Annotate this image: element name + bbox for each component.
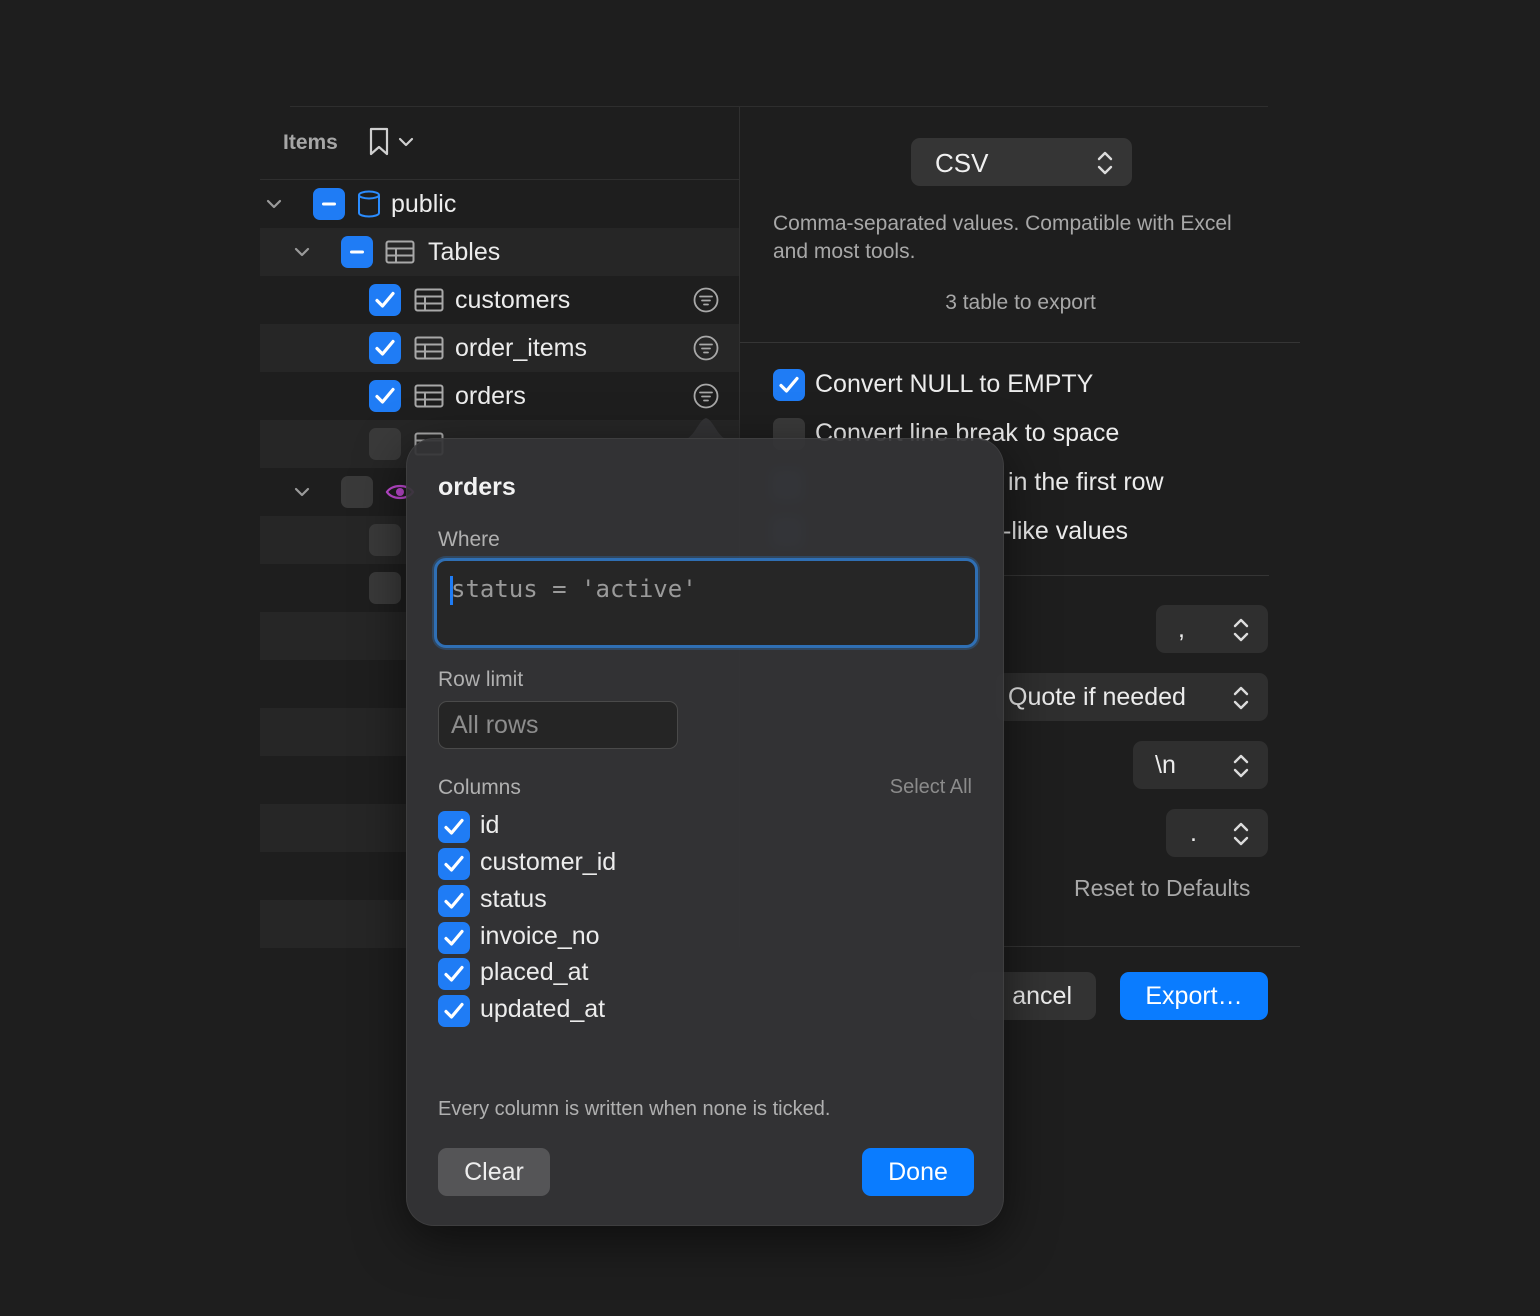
column-checkbox[interactable] — [438, 922, 470, 954]
filter-icon[interactable] — [693, 335, 719, 361]
sidebar-header: Items — [260, 107, 740, 180]
convert-null-label: Convert NULL to EMPTY — [815, 370, 1094, 398]
popover-title: orders — [438, 473, 516, 501]
decimal-value: . — [1190, 819, 1197, 847]
tree-row-schema[interactable]: public — [260, 180, 740, 228]
view-checkbox[interactable] — [369, 524, 401, 556]
tables-group-checkbox[interactable] — [341, 236, 373, 268]
table-label: order_items — [455, 334, 587, 362]
updown-chevron-icon — [1232, 616, 1250, 644]
column-checkbox[interactable] — [438, 958, 470, 990]
filter-icon[interactable] — [693, 287, 719, 313]
column-checkbox[interactable] — [438, 811, 470, 843]
filter-popover: orders Where status = 'active' Row limit… — [406, 438, 1004, 1226]
column-label: status — [480, 885, 547, 913]
updown-chevron-icon — [1232, 820, 1250, 848]
divider — [1004, 575, 1269, 576]
sidebar-title: Items — [283, 131, 338, 154]
row-limit-placeholder: All rows — [451, 711, 539, 739]
schema-label: public — [391, 190, 457, 218]
columns-note: Every column is written when none is tic… — [438, 1098, 831, 1120]
table-grid-icon — [414, 336, 444, 360]
row-limit-input[interactable]: All rows — [438, 701, 678, 749]
tree-row-table[interactable]: customers — [260, 276, 740, 324]
chevron-down-icon[interactable] — [398, 135, 414, 153]
where-value: status = 'active' — [451, 575, 697, 603]
select-all-button[interactable]: Select All — [890, 776, 972, 799]
table-grid-icon — [414, 384, 444, 408]
columns-label: Columns — [438, 776, 521, 799]
bookmark-icon[interactable] — [368, 127, 390, 162]
quote-select[interactable]: Quote if needed — [996, 673, 1268, 721]
cancel-label: ancel — [1012, 982, 1072, 1010]
line-break-select[interactable]: \n — [1133, 741, 1268, 789]
format-select[interactable]: CSV — [911, 138, 1132, 186]
line-break-value: \n — [1155, 751, 1176, 779]
views-group-checkbox[interactable] — [341, 476, 373, 508]
column-checkbox[interactable] — [438, 885, 470, 917]
schema-checkbox[interactable] — [313, 188, 345, 220]
table-grid-icon — [385, 240, 415, 264]
tree-row-table[interactable]: order_items — [260, 324, 740, 372]
format-value: CSV — [935, 148, 989, 178]
convert-null-checkbox[interactable] — [773, 369, 805, 401]
chevron-down-icon[interactable] — [294, 484, 310, 500]
column-label: placed_at — [480, 958, 589, 986]
view-checkbox[interactable] — [369, 572, 401, 604]
done-button[interactable]: Done — [862, 1148, 974, 1196]
tree-row-tables-group[interactable]: Tables — [260, 228, 740, 276]
column-label: customer_id — [480, 848, 617, 876]
updown-chevron-icon — [1232, 752, 1250, 780]
filter-icon[interactable] — [693, 383, 719, 409]
updown-chevron-icon — [1096, 149, 1114, 177]
database-icon — [357, 190, 381, 223]
updown-chevron-icon — [1232, 684, 1250, 712]
format-description: Comma-separated values. Compatible with … — [773, 212, 1232, 263]
table-checkbox[interactable] — [369, 428, 401, 460]
column-label: id — [480, 811, 500, 839]
tables-group-label: Tables — [428, 238, 501, 266]
table-checkbox[interactable] — [369, 380, 401, 412]
column-label: updated_at — [480, 995, 606, 1023]
column-checkbox[interactable] — [438, 995, 470, 1027]
values-label-partial: -like values — [1003, 517, 1129, 545]
export-button[interactable]: Export… — [1120, 972, 1268, 1020]
column-checkbox[interactable] — [438, 848, 470, 880]
decimal-select[interactable]: . — [1166, 809, 1268, 857]
table-grid-icon — [414, 288, 444, 312]
delimiter-select[interactable]: , — [1156, 605, 1268, 653]
header-row-label-partial: in the first row — [1008, 468, 1164, 496]
divider — [1004, 946, 1300, 947]
row-limit-label: Row limit — [438, 668, 524, 691]
clear-button[interactable]: Clear — [438, 1148, 550, 1196]
column-label: invoice_no — [480, 922, 600, 950]
tree-row-table[interactable]: orders — [260, 372, 740, 420]
divider — [740, 342, 1300, 343]
where-input[interactable]: status = 'active' — [434, 558, 978, 648]
chevron-down-icon[interactable] — [294, 244, 310, 260]
table-checkbox[interactable] — [369, 284, 401, 316]
chevron-down-icon[interactable] — [266, 196, 282, 212]
delimiter-value: , — [1178, 615, 1185, 643]
popover-arrow — [682, 418, 730, 440]
table-label: orders — [455, 382, 526, 410]
table-checkbox[interactable] — [369, 332, 401, 364]
reset-defaults-link[interactable]: Reset to Defaults — [1074, 875, 1250, 902]
table-label: customers — [455, 286, 571, 314]
quote-value: Quote if needed — [1008, 683, 1186, 711]
where-label: Where — [438, 528, 500, 551]
export-count: 3 table to export — [945, 291, 1096, 314]
